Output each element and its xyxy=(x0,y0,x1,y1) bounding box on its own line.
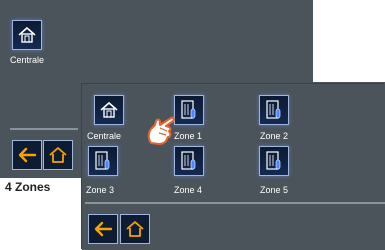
front-back-button[interactable] xyxy=(88,214,118,244)
tile-centrale-label: Centrale xyxy=(87,131,122,141)
front-home-button[interactable] xyxy=(120,214,150,244)
house-icon xyxy=(18,26,36,43)
tile-zone-3[interactable] xyxy=(88,146,118,176)
home-icon xyxy=(49,147,67,163)
arrow-left-icon xyxy=(94,221,113,237)
back-divider xyxy=(10,128,78,130)
front-screen: Centrale Zone 1 Zone 2 Zone 3 Zone 4 Zon… xyxy=(82,84,385,250)
tile-zone-2[interactable] xyxy=(259,95,289,125)
zones-caption: 4 Zones xyxy=(5,180,51,194)
tile-zone-5[interactable] xyxy=(259,146,289,176)
home-icon xyxy=(126,221,144,237)
house-icon xyxy=(100,101,118,118)
panel-cutout xyxy=(313,0,385,82)
arrow-left-icon xyxy=(18,147,37,163)
back-centrale-tile[interactable] xyxy=(12,20,42,50)
tile-centrale[interactable] xyxy=(94,95,124,125)
zone-door-icon xyxy=(95,151,110,170)
back-home-button[interactable] xyxy=(43,140,73,170)
zone-door-icon xyxy=(266,100,281,119)
tile-zone-4[interactable] xyxy=(174,146,204,176)
back-arrow-button[interactable] xyxy=(12,140,42,170)
zone-door-icon xyxy=(181,151,196,170)
front-divider xyxy=(85,202,385,204)
pointing-hand-icon xyxy=(147,116,175,145)
tile-zone-3-label: Zone 3 xyxy=(86,185,115,195)
tile-zone-5-label: Zone 5 xyxy=(260,185,289,195)
zone-door-icon xyxy=(181,100,196,119)
tile-zone-4-label: Zone 4 xyxy=(174,185,203,195)
back-centrale-label: Centrale xyxy=(10,55,45,65)
zone-door-icon xyxy=(266,151,281,170)
tile-zone-2-label: Zone 2 xyxy=(260,131,289,141)
